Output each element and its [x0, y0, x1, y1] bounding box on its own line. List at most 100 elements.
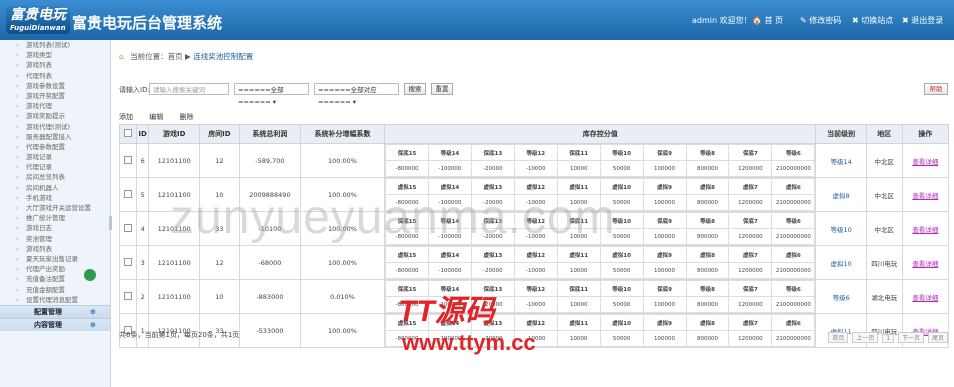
- plus-icon[interactable]: ⊕: [90, 319, 96, 331]
- welcome-user: admin 欢迎您！: [692, 16, 752, 25]
- table-row[interactable]: 4 12101100 33 -10100 100.00% 保底15 等级14 保底13 等级12…: [119, 211, 950, 246]
- control-level-value: -20000: [470, 330, 515, 347]
- sidebar-item[interactable]: 游戏奖励提示: [0, 111, 110, 121]
- main-panel: ⌂ 当前位置：首页 ▶ 连线奖池控制配置 请输入ID: 请输入搜索关键词 ===…: [111, 40, 954, 387]
- control-level-label: 等级14: [427, 212, 472, 229]
- pager-current[interactable]: 1: [882, 334, 895, 343]
- table-row[interactable]: 2 12101100 10 -883000 0.010% 保底15 等级14 保底13 等级12…: [119, 279, 950, 314]
- cell-rate: 100.00%: [299, 177, 386, 212]
- control-level-label: 等级14: [427, 144, 472, 161]
- table-row[interactable]: 5 12101100 10 2009888490 100.00% 虚拟15 虚拟14 虚拟13…: [119, 177, 950, 212]
- sidebar-item[interactable]: 代理列表: [0, 71, 110, 81]
- control-level-value: 1200000: [728, 194, 773, 211]
- control-level-value: -20000: [470, 228, 515, 245]
- sidebar-item[interactable]: 游戏代理: [0, 101, 110, 111]
- sidebar-item[interactable]: 游戏代理(测试): [0, 122, 110, 132]
- edit-button[interactable]: 编辑: [149, 112, 163, 122]
- sidebar-group-config[interactable]: 配置管理 ⊕: [0, 304, 110, 318]
- sidebar-item[interactable]: 游戏参数设置: [0, 81, 110, 91]
- sidebar-group-content[interactable]: 内容管理 ⊕: [0, 317, 110, 331]
- sidebar-item[interactable]: 游戏类型: [0, 50, 110, 60]
- sidebar-item[interactable]: 大厅游戏开关运营设置: [0, 203, 110, 213]
- control-level-label: 保底7: [728, 212, 773, 229]
- breadcrumb-home[interactable]: 首页: [168, 52, 183, 61]
- sidebar-item[interactable]: 游戏日志: [0, 223, 110, 233]
- control-level-label: 等级10: [599, 280, 644, 297]
- sidebar-item[interactable]: 游戏列表: [0, 244, 110, 254]
- control-level-label: 保底15: [385, 212, 429, 229]
- home-icon: ⌂: [119, 52, 124, 61]
- row-checkbox[interactable]: [119, 279, 137, 314]
- row-checkbox[interactable]: [119, 177, 137, 212]
- row-checkbox[interactable]: [119, 245, 137, 280]
- logout-link[interactable]: ✖ 退出登录: [902, 15, 943, 26]
- cell-room-id: 10: [198, 279, 240, 314]
- cell-operation[interactable]: 查看详细: [901, 143, 950, 178]
- sidebar-item[interactable]: 夏天玩家出售记录: [0, 254, 110, 264]
- pager-prev[interactable]: 上一页: [852, 332, 879, 343]
- control-level-value: 2100000000: [771, 330, 816, 347]
- control-level-value: -20000: [470, 160, 515, 177]
- table-row[interactable]: 3 12101100 12 -68000 100.00% 虚拟15 虚拟14 虚拟13 虚拟12…: [119, 245, 950, 280]
- sidebar-item[interactable]: 服务器配置接入: [0, 132, 110, 142]
- control-level-label: 虚拟6: [771, 246, 816, 263]
- sidebar-item[interactable]: 游戏列表: [0, 60, 110, 70]
- sidebar-item[interactable]: 设置代理消息配置: [0, 295, 110, 305]
- pager-first[interactable]: 首页: [828, 332, 849, 343]
- sidebar-item[interactable]: 游戏记录: [0, 152, 110, 162]
- control-level-label: 虚拟14: [427, 314, 472, 331]
- sidebar-item[interactable]: 推广统计管理: [0, 213, 110, 223]
- search-input[interactable]: 请输入搜索关键词: [149, 83, 229, 95]
- home-link[interactable]: 🏠 首 页: [752, 15, 783, 26]
- control-level-value: 10000: [556, 228, 601, 245]
- change-password-link[interactable]: ✎ 修改密码: [800, 15, 841, 26]
- cell-rate: 0.010%: [299, 279, 386, 314]
- control-level-label: 等级8: [685, 144, 730, 161]
- sidebar-item[interactable]: 游戏开奖配置: [0, 91, 110, 101]
- filter-select-all[interactable]: ======全部====== ▾: [234, 83, 309, 106]
- control-level-label: 等级8: [685, 212, 730, 229]
- brand-logo: 富贵电玩 FuguiDianwan: [6, 6, 70, 34]
- delete-button[interactable]: 删除: [179, 112, 193, 122]
- control-level-label: 虚拟12: [513, 246, 558, 263]
- table-row[interactable]: 1 12101100 33 -533000 100.00% 虚拟15 虚拟14 虚拟13 虚拟1…: [119, 313, 950, 348]
- cell-level: 虚拟8: [815, 177, 867, 212]
- col-profit: 系统总利润: [238, 124, 301, 144]
- add-button[interactable]: 添加: [119, 112, 133, 122]
- sidebar-item[interactable]: 代理参数配置: [0, 142, 110, 152]
- plus-icon[interactable]: ⊕: [90, 306, 96, 318]
- sidebar-item[interactable]: 房间机器人: [0, 183, 110, 193]
- control-level-label: 虚拟11: [556, 178, 601, 195]
- reset-button[interactable]: 重置: [431, 83, 453, 95]
- row-checkbox[interactable]: [119, 143, 137, 178]
- pager-next[interactable]: 下一页: [898, 332, 925, 343]
- filter-select-type[interactable]: ======全部对应====== ▾: [314, 83, 399, 106]
- control-level-value: -800000: [385, 296, 429, 313]
- table-row[interactable]: 6 12101100 12 -589,700 100.00% 保底15 等级14 保底13 等级…: [119, 143, 950, 178]
- pager-last[interactable]: 尾页: [927, 332, 948, 343]
- control-level-label: 虚拟6: [771, 314, 816, 331]
- sidebar-item[interactable]: 房间总览列表: [0, 172, 110, 182]
- control-level-label: 等级10: [599, 212, 644, 229]
- control-level-value: -100000: [427, 296, 472, 313]
- sidebar-item[interactable]: 充值金额配置: [0, 285, 110, 295]
- cell-operation[interactable]: 查看详细: [901, 279, 950, 314]
- control-level-value: -100000: [427, 330, 472, 347]
- cell-rate: 100.00%: [299, 143, 386, 178]
- sidebar-item[interactable]: 奖池管理: [0, 234, 110, 244]
- cell-level: 等级6: [815, 279, 867, 314]
- sidebar-item[interactable]: 游戏列表(测试): [0, 40, 110, 50]
- cell-control: 虚拟15 虚拟14 虚拟13 虚拟12 虚拟11 虚拟10 虚拟9 虚拟8 虚拟7 虚拟6 -800…: [384, 313, 817, 348]
- cell-operation[interactable]: 查看详细: [901, 211, 950, 246]
- help-button[interactable]: 帮助: [924, 83, 948, 95]
- control-level-value: 2100000000: [771, 194, 816, 211]
- sidebar-item[interactable]: 代理记录: [0, 162, 110, 172]
- search-button[interactable]: 搜索: [404, 83, 426, 95]
- row-checkbox[interactable]: [119, 211, 137, 246]
- sidebar-item[interactable]: 手机游戏: [0, 193, 110, 203]
- cell-operation[interactable]: 查看详细: [901, 177, 950, 212]
- control-level-label: 虚拟8: [685, 178, 730, 195]
- cell-operation[interactable]: 查看详细: [901, 245, 950, 280]
- select-all-checkbox[interactable]: [119, 124, 137, 144]
- switch-site-link[interactable]: ✖ 切换站点: [852, 15, 893, 26]
